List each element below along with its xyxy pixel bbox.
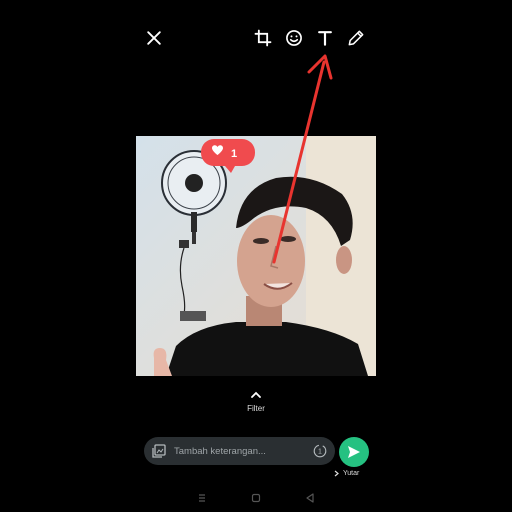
like-count: 1 (231, 148, 237, 160)
recipient-name: Yutar (343, 470, 360, 477)
filter-toggle[interactable]: Filter (226, 390, 286, 413)
system-nav-bar (0, 486, 512, 510)
pencil-icon (348, 30, 364, 46)
recent-apps-icon[interactable] (196, 492, 208, 504)
back-icon[interactable] (304, 492, 316, 504)
crop-rotate-icon (254, 29, 272, 47)
emoji-button[interactable] (282, 26, 306, 50)
caption-bar: 1 (144, 437, 335, 465)
gallery-icon[interactable] (152, 444, 166, 458)
chevron-up-icon (251, 391, 261, 398)
pencil-button[interactable] (344, 26, 368, 50)
view-once-icon[interactable]: 1 (313, 444, 327, 458)
close-button[interactable] (142, 26, 166, 50)
filter-label: Filter (247, 404, 265, 413)
send-icon (348, 446, 360, 458)
chevron-right-icon (334, 470, 339, 477)
view-once-count: 1 (318, 449, 322, 456)
recipient-label: Yutar (334, 470, 359, 477)
photo-preview (136, 136, 376, 376)
caption-input[interactable] (174, 445, 313, 457)
photo-image (136, 136, 376, 376)
crop-rotate-button[interactable] (251, 26, 275, 50)
text-button[interactable] (313, 26, 337, 50)
send-button[interactable] (339, 437, 369, 467)
emoji-icon (286, 30, 302, 46)
text-icon (318, 31, 332, 46)
like-notification-badge: 1 (201, 139, 255, 173)
close-icon (147, 31, 161, 45)
home-icon[interactable] (250, 492, 262, 504)
